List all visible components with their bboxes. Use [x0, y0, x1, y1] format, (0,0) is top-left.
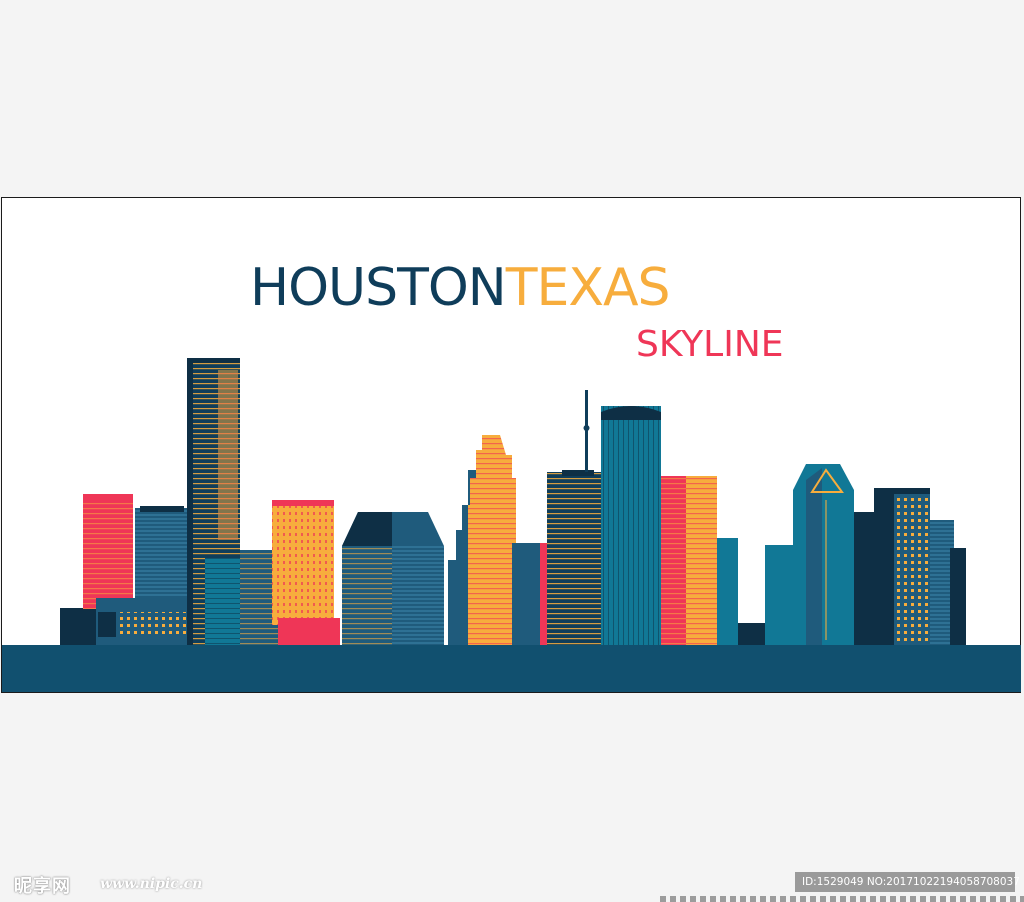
subheadline-skyline: SKYLINE — [636, 324, 784, 365]
watermark-strip — [660, 896, 1024, 902]
building-low-left — [60, 608, 98, 645]
building-antenna — [547, 472, 609, 645]
building-teal-right — [765, 545, 793, 645]
headline-word-texas: TEXAS — [505, 258, 671, 318]
headline: HOUSTONTEXAS — [250, 262, 671, 314]
watermark-logo: 昵享网 — [14, 876, 71, 897]
building-red-left — [83, 494, 133, 609]
watermark-id: ID:1529049 NO:20171022194058708037 — [795, 872, 1020, 892]
headline-word-houston: HOUSTON — [250, 258, 507, 318]
building-blue-tower — [601, 406, 661, 645]
ground-band — [2, 645, 1021, 692]
skyline-illustration — [2, 358, 1021, 692]
watermark-site: www.nipic.cn — [100, 876, 203, 892]
building-orange-grid — [272, 500, 334, 625]
